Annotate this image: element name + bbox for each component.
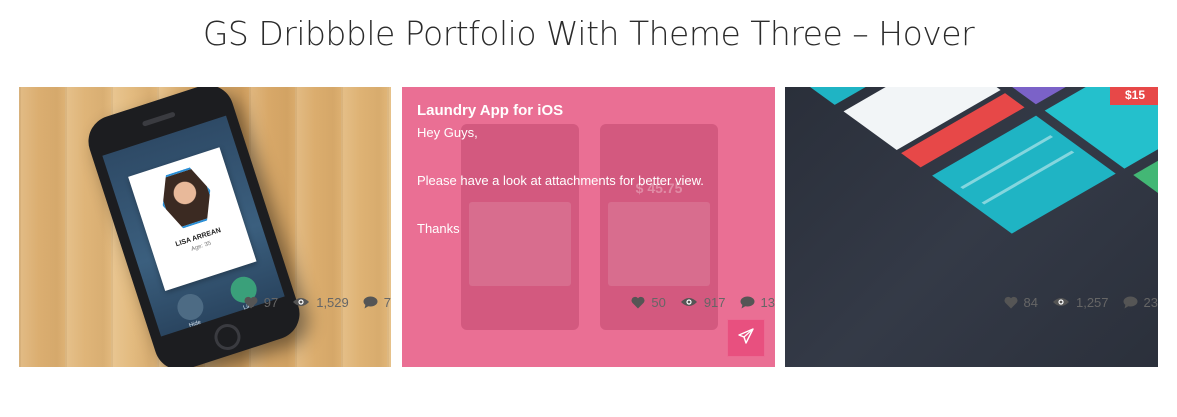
portfolio-thumbnail[interactable]: $15 — [785, 87, 1158, 367]
likes-count: 50 — [651, 294, 666, 310]
eye-icon — [1052, 296, 1070, 308]
heart-icon — [244, 296, 258, 309]
comment-icon — [740, 296, 755, 309]
home-button-graphic — [211, 320, 244, 354]
comments-count: 23 — [1143, 294, 1158, 310]
likes-count: 84 — [1023, 294, 1038, 310]
shot-title[interactable]: Laundry App for iOS — [417, 102, 563, 119]
heart-icon — [631, 296, 645, 309]
card-stats: 97 1,529 7 — [244, 292, 391, 312]
shot-description-line: Please have a look at attachments for be… — [417, 173, 704, 188]
views-count: 1,529 — [316, 294, 349, 310]
comment-icon — [1123, 296, 1138, 309]
eye-icon — [292, 296, 310, 308]
likes-count: 97 — [263, 294, 279, 310]
share-button[interactable] — [727, 319, 765, 357]
eye-icon — [680, 296, 698, 308]
paper-plane-icon — [738, 327, 754, 349]
portfolio-card-3[interactable]: $15 — [785, 87, 1158, 367]
portfolio-thumbnail-hover[interactable]: $ 45.75 Laundry App for iOS Hey Guys, Pl… — [402, 87, 775, 367]
price-badge: $15 — [1125, 88, 1146, 102]
views-count: 917 — [703, 294, 726, 310]
avatar — [154, 164, 219, 233]
shot-description-line: Thanks — [417, 221, 460, 236]
views-count: 1,257 — [1075, 294, 1109, 310]
shot-description-line: Hey Guys, — [417, 125, 478, 140]
comments-count: 13 — [760, 294, 775, 310]
heart-icon — [1004, 296, 1018, 309]
portfolio-thumbnail[interactable]: LISA ARREAN Age: 35 Hide Like — [19, 87, 391, 367]
card-stats: 84 1,257 23 — [1004, 292, 1158, 312]
hide-label: Hide — [188, 319, 202, 330]
comment-icon — [363, 296, 378, 309]
comments-count: 7 — [383, 294, 391, 310]
card-stats: 50 917 13 — [631, 292, 775, 312]
app-screen-mockup — [461, 124, 579, 330]
portfolio-card-1[interactable]: LISA ARREAN Age: 35 Hide Like — [19, 87, 391, 367]
profile-card: LISA ARREAN Age: 35 — [128, 147, 257, 292]
portfolio-card-2[interactable]: $ 45.75 Laundry App for iOS Hey Guys, Pl… — [402, 87, 775, 367]
page-title: GS Dribbble Portfolio With Theme Three –… — [202, 14, 975, 53]
hide-button-graphic — [174, 290, 207, 324]
